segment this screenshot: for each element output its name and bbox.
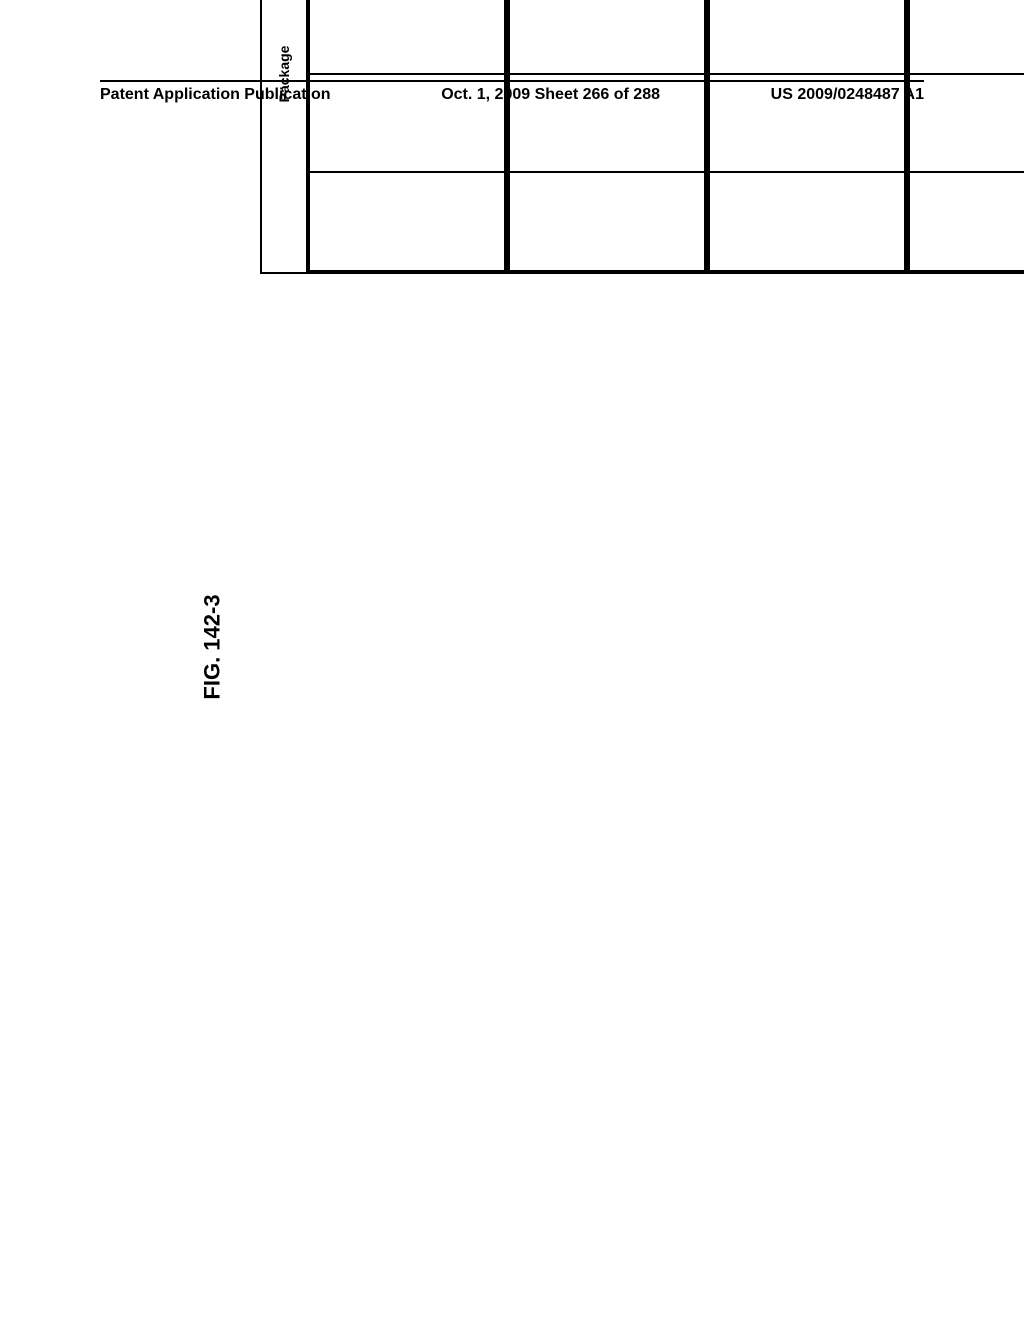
cell-package bbox=[307, 0, 507, 273]
data-table: Package level1 level2 level3 level4 Card… bbox=[260, 0, 1024, 274]
table-row: InclusionEx-clusionCode 142046 1 142048 … bbox=[507, 0, 707, 273]
table-row: Selection-ByService-PartPlanning-Pro-duc… bbox=[307, 0, 507, 273]
col-package: Package bbox=[261, 0, 307, 273]
cell-package bbox=[507, 0, 707, 273]
table-row: IntervalBound-aryTypeCode 142052 1 14205… bbox=[707, 0, 907, 273]
cell-package bbox=[907, 0, 1024, 273]
figure-label: FIG. 142-3 bbox=[200, 594, 226, 699]
table-row: LowerBound-aryService-PartPlanning-Pro-d… bbox=[907, 0, 1024, 273]
table-header-row: Package level1 level2 level3 level4 Card… bbox=[261, 0, 307, 273]
cell-package bbox=[707, 0, 907, 273]
